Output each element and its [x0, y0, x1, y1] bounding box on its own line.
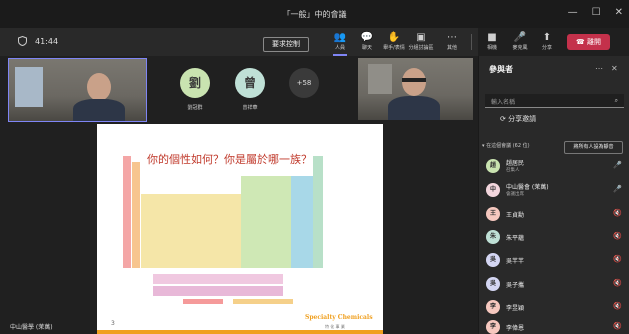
video-tile-2[interactable]: [358, 58, 473, 120]
close-icon[interactable]: ✕: [615, 7, 623, 18]
reactions-button[interactable]: ✋ 舉手/表情: [381, 31, 407, 51]
participant-name: 吳芊芊: [506, 258, 525, 265]
mic-off-icon[interactable]: 🔇: [613, 322, 622, 330]
participant-role: 會議出席: [506, 192, 524, 197]
participant-name: 趙居民: [506, 160, 525, 167]
mic-off-icon[interactable]: 🔇: [613, 302, 622, 310]
search-input[interactable]: 輸入名稱 ⌕: [485, 94, 624, 108]
phone-icon: ☎: [576, 38, 585, 46]
avatar: 朱: [486, 230, 500, 244]
avatar: 王: [486, 207, 500, 221]
share-invite-button[interactable]: ⟳ 分享邀請: [500, 114, 536, 124]
participant-row[interactable]: 王 王貞勳 🔇: [484, 205, 624, 225]
wall-panel: [368, 64, 392, 94]
avatar: 李: [486, 320, 500, 334]
title-bar: 「一般」中的會議 — ☐ ✕: [0, 0, 629, 28]
leave-button[interactable]: ☎ 離開: [567, 34, 610, 50]
participant-name: 李偉恩: [506, 325, 525, 332]
avatar[interactable]: 劉: [180, 68, 210, 98]
reactions-icon: ✋: [387, 32, 401, 43]
presenter-label: 中山醫學 (茉萬): [10, 324, 53, 331]
request-control-button[interactable]: 要求控制: [263, 37, 309, 52]
search-icon: ⌕: [614, 97, 618, 104]
window-title: 「一般」中的會議: [282, 10, 347, 19]
participant-name: 朱平蘊: [506, 235, 525, 242]
participant-row[interactable]: 吳 吳子攜 🔇: [484, 275, 624, 295]
breakout-icon: ▣: [416, 32, 426, 43]
periodic-table-image: [123, 156, 323, 304]
more-button[interactable]: ⋯ 其他: [439, 31, 465, 51]
participant-row[interactable]: 李 李昱穎 🔇: [484, 298, 624, 318]
glasses-shape: [402, 78, 426, 82]
chevron-down-icon: ▾: [482, 143, 485, 149]
participant-name: 中山醫會 (茉萬): [506, 184, 549, 191]
person-head: [402, 68, 426, 96]
avatar: 趙: [486, 159, 500, 173]
minimize-icon[interactable]: —: [568, 7, 578, 18]
participant-name: 李昱穎: [506, 305, 525, 312]
more-options-icon[interactable]: ⋯: [595, 64, 603, 73]
mic-off-icon[interactable]: 🔇: [613, 232, 622, 240]
participant-row[interactable]: 中 中山醫會 (茉萬) 會議出席 🎤: [484, 181, 624, 201]
participant-row[interactable]: 李 李偉恩 🔇: [484, 318, 624, 334]
share-invite-icon: ⟳: [500, 115, 506, 123]
more-participants-button[interactable]: +58: [289, 68, 319, 98]
more-icon: ⋯: [447, 32, 457, 43]
maximize-icon[interactable]: ☐: [592, 7, 601, 18]
mic-icon[interactable]: 🎤: [613, 161, 622, 169]
person-body: [73, 99, 125, 121]
avatar-name: 劉冠群: [187, 105, 203, 111]
slide-title: 你的個性如何？你是屬於哪一族？: [147, 153, 312, 166]
slide-page-number: 3: [111, 320, 115, 327]
participant-row[interactable]: 吳 吳芊芊 🔇: [484, 251, 624, 271]
close-panel-icon[interactable]: ✕: [611, 64, 618, 73]
participant-name: 吳子攜: [506, 282, 525, 289]
breakout-rooms-button[interactable]: ▣ 分組討論區: [408, 31, 434, 51]
avatar[interactable]: 曾: [235, 68, 265, 98]
timer-text: 41:44: [35, 36, 59, 46]
share-icon: ⬆: [542, 32, 552, 43]
panel-title: 參與者: [489, 65, 513, 74]
person-head: [87, 73, 111, 101]
video-tile-1[interactable]: [8, 58, 147, 122]
participant-row[interactable]: 趙 趙居民 召集人 🎤: [484, 157, 624, 177]
mic-off-icon[interactable]: 🔇: [613, 279, 622, 287]
avatar-name: 曾祥華: [242, 105, 258, 111]
mic-icon[interactable]: 🎤: [613, 185, 622, 193]
mic-icon: 🎤: [513, 32, 527, 43]
participant-name: 王貞勳: [506, 212, 525, 219]
avatar: 中: [486, 183, 500, 197]
window-shape: [15, 67, 43, 107]
toolbar-divider: [471, 34, 472, 50]
slide-brand: Specialty Chemicals: [305, 314, 373, 321]
meeting-timer: 41:44: [18, 36, 58, 46]
shared-slide: 你的個性如何？你是屬於哪一族？ 3 Specialty Chemicals 特 …: [97, 124, 383, 334]
chat-button[interactable]: 💬 聊天: [354, 31, 380, 51]
avatar: 吳: [486, 277, 500, 291]
avatar: 李: [486, 300, 500, 314]
mic-off-icon[interactable]: 🔇: [613, 255, 622, 263]
participant-row[interactable]: 朱 朱平蘊 🔇: [484, 228, 624, 248]
slide-footer-bar: [97, 330, 383, 334]
people-button[interactable]: 👥 人員: [327, 31, 353, 56]
participants-section-header[interactable]: ▾ 在這個會議 (62 位): [482, 142, 530, 149]
participant-role: 召集人: [506, 168, 520, 173]
shield-icon: [18, 36, 27, 46]
mic-off-icon[interactable]: 🔇: [613, 209, 622, 217]
mute-all-button[interactable]: 將所有人設為靜音: [564, 141, 623, 154]
mic-button[interactable]: 🎤 麥克風: [507, 31, 533, 51]
people-icon: 👥: [333, 32, 347, 43]
camera-icon: ■: [487, 32, 497, 43]
person-body: [388, 96, 440, 120]
avatar: 吳: [486, 253, 500, 267]
camera-button[interactable]: ■ 相機: [479, 31, 505, 51]
share-button[interactable]: ⬆ 分享: [534, 31, 560, 51]
chat-icon: 💬: [360, 32, 374, 43]
